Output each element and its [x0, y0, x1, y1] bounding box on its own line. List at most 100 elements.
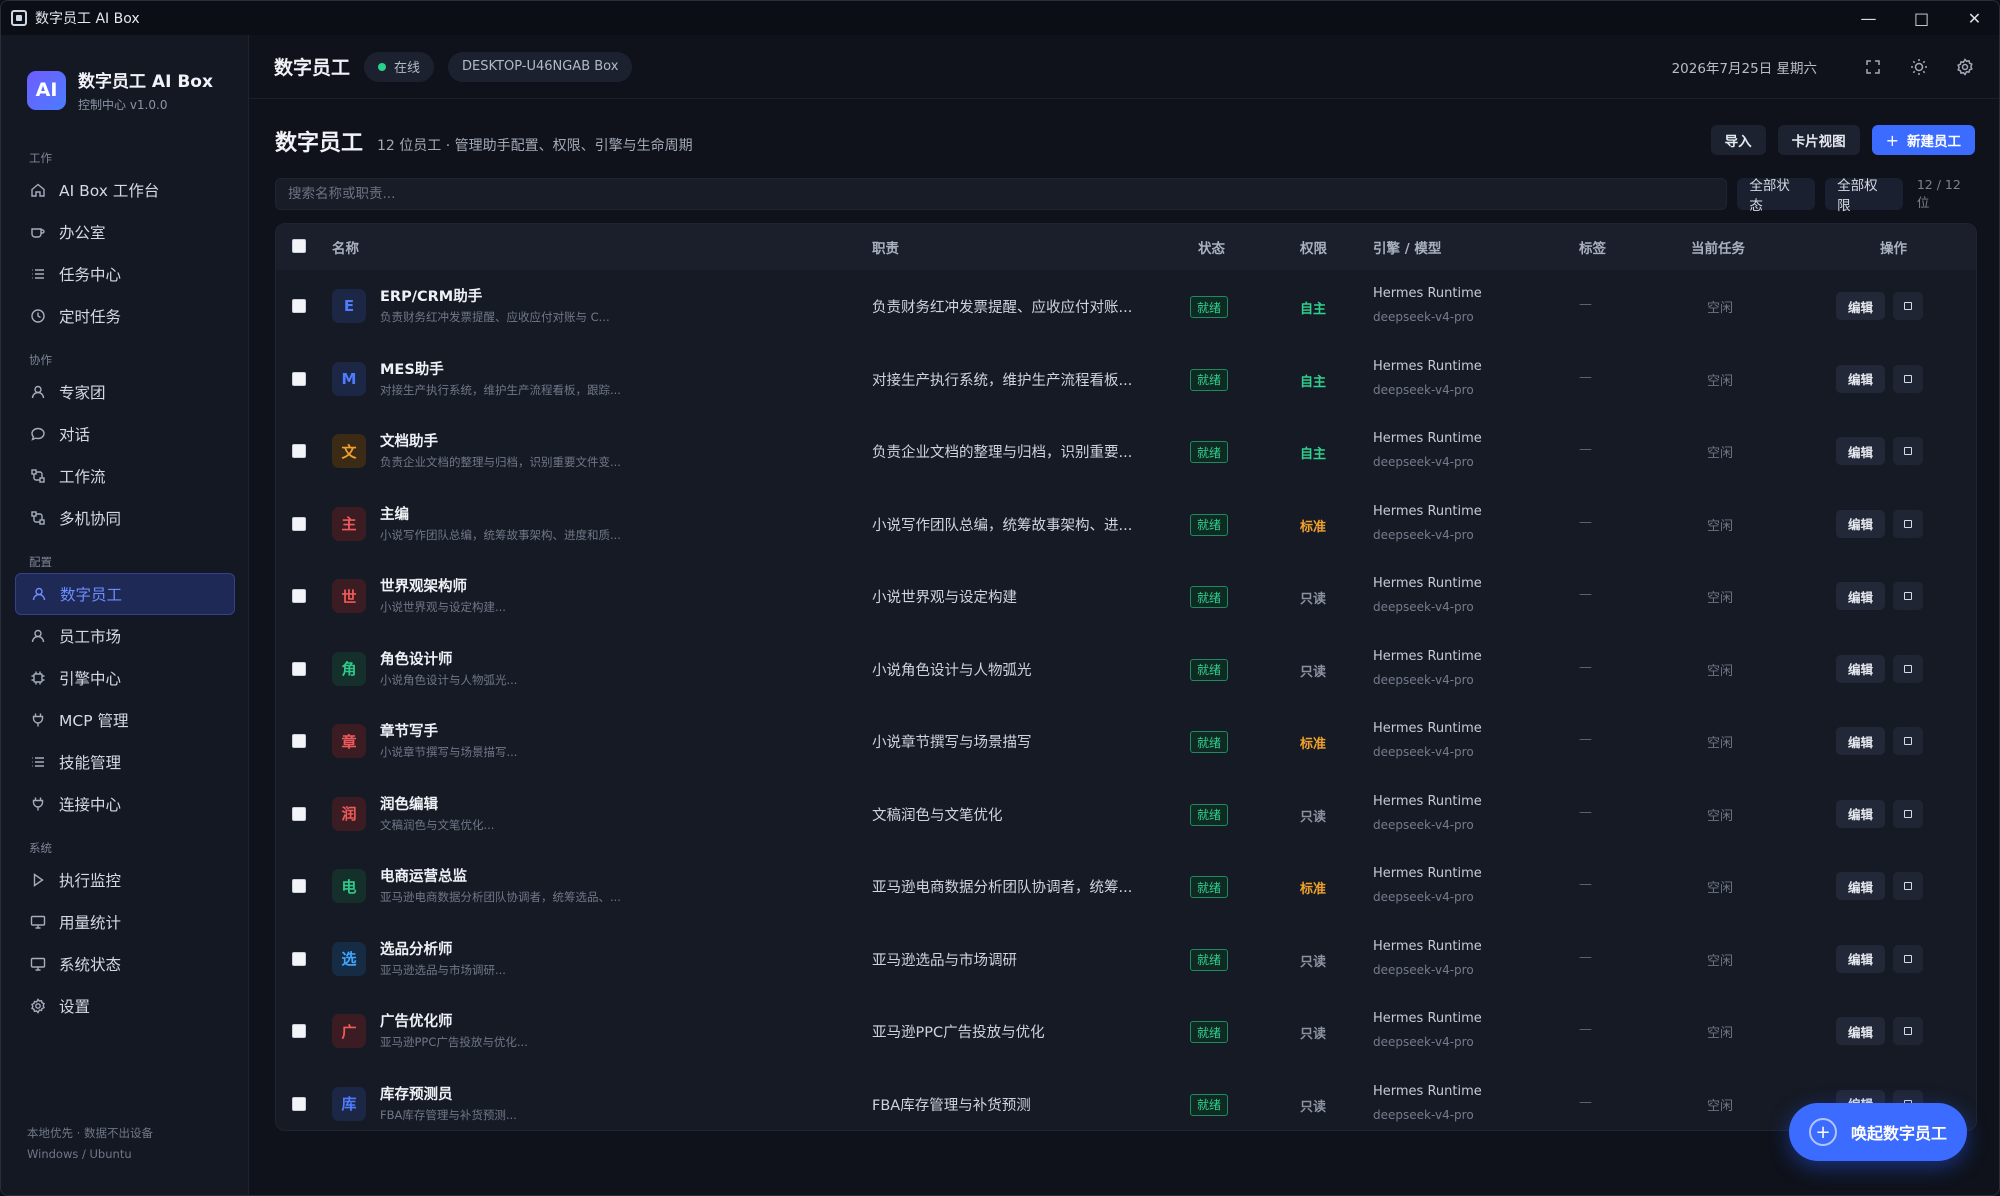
- new-employee-button[interactable]: + 新建员工: [1871, 125, 1975, 155]
- stop-button[interactable]: [1893, 364, 1923, 393]
- edit-button[interactable]: 编辑: [1836, 944, 1886, 973]
- table-row[interactable]: 广 广告优化师 亚马逊PPC广告投放与优化... 亚马逊PPC广告投放与优化 就…: [276, 995, 1976, 1067]
- row-checkbox[interactable]: [292, 589, 306, 603]
- sidebar-item[interactable]: 数字员工: [15, 573, 235, 615]
- row-checkbox[interactable]: [292, 879, 306, 893]
- row-checkbox[interactable]: [292, 299, 306, 313]
- edit-button[interactable]: 编辑: [1836, 727, 1886, 755]
- sidebar-item[interactable]: 任务中心: [15, 253, 235, 295]
- employee-name[interactable]: ERP/CRM助手: [380, 285, 482, 306]
- sidebar-item[interactable]: MCP 管理: [15, 699, 235, 741]
- stop-button[interactable]: [1893, 944, 1923, 973]
- stop-button[interactable]: [1893, 799, 1923, 828]
- fullscreen-icon[interactable]: [1861, 55, 1885, 79]
- table-row[interactable]: 润 润色编辑 文稿润色与文笔优化... 文稿润色与文笔优化 就绪 只读 Herm…: [276, 778, 1976, 850]
- stop-icon: [1904, 954, 1912, 963]
- edit-button[interactable]: 编辑: [1836, 799, 1886, 828]
- employee-name[interactable]: MES助手: [380, 358, 444, 379]
- tag-value: —: [1579, 297, 1592, 312]
- edit-button[interactable]: 编辑: [1836, 582, 1886, 610]
- employee-name[interactable]: 角色设计师: [380, 648, 453, 669]
- stop-button[interactable]: [1893, 1017, 1923, 1045]
- employee-name[interactable]: 广告优化师: [380, 1010, 453, 1031]
- row-checkbox[interactable]: [292, 371, 306, 386]
- maximize-button[interactable]: □: [1895, 1, 1948, 35]
- table-row[interactable]: 文 文档助手 负责企业文档的整理与归档，识别重要文件变... 负责企业文档的整理…: [276, 415, 1976, 487]
- table-row[interactable]: M MES助手 对接生产执行系统，维护生产流程看板，跟踪... 对接生产执行系统…: [276, 343, 1976, 415]
- gear-icon[interactable]: [1953, 55, 1977, 79]
- sidebar-item[interactable]: AI Box 工作台: [15, 169, 235, 211]
- stop-button[interactable]: [1893, 582, 1923, 610]
- sidebar-item[interactable]: 系统状态: [15, 943, 235, 985]
- status-filter-select[interactable]: 全部状态: [1737, 178, 1816, 214]
- table-row[interactable]: 选 选品分析师 亚马逊选品与市场调研... 亚马逊选品与市场调研 就绪 只读 H…: [276, 923, 1976, 995]
- row-checkbox[interactable]: [292, 951, 306, 966]
- edit-button[interactable]: 编辑: [1836, 654, 1886, 683]
- model-name: deepseek-v4-pro: [1373, 1107, 1474, 1122]
- edit-button[interactable]: 编辑: [1836, 437, 1886, 465]
- edit-button[interactable]: 编辑: [1836, 872, 1886, 900]
- import-button[interactable]: 导入: [1710, 125, 1766, 155]
- edit-button[interactable]: 编辑: [1836, 364, 1886, 393]
- stop-button[interactable]: [1893, 437, 1923, 465]
- row-checkbox[interactable]: [292, 734, 306, 748]
- sidebar-item-label: 员工市场: [59, 628, 122, 646]
- employee-name[interactable]: 选品分析师: [380, 938, 453, 959]
- card-view-button[interactable]: 卡片视图: [1777, 125, 1860, 155]
- sidebar-item[interactable]: 工作流: [15, 455, 235, 497]
- stop-button[interactable]: [1893, 292, 1923, 320]
- table-row[interactable]: 库 库存预测员 FBA库存管理与补货预测... FBA库存管理与补货预测 就绪 …: [276, 1068, 1976, 1131]
- row-checkbox[interactable]: [292, 444, 306, 458]
- select-all-checkbox[interactable]: [292, 239, 306, 253]
- table-row[interactable]: E ERP/CRM助手 负责财务红冲发票提醒、应收应付对账与 C... 负责财务…: [276, 270, 1976, 342]
- sidebar-item[interactable]: 用量统计: [15, 901, 235, 943]
- sidebar-item[interactable]: 引擎中心: [15, 657, 235, 699]
- search-input[interactable]: [288, 186, 1727, 202]
- sidebar-item[interactable]: 执行监控: [15, 859, 235, 901]
- online-dot-icon: [378, 62, 387, 71]
- employee-name[interactable]: 电商运营总监: [380, 865, 467, 886]
- row-checkbox[interactable]: [292, 1024, 306, 1038]
- sidebar-item[interactable]: 员工市场: [15, 615, 235, 657]
- stop-button[interactable]: [1893, 654, 1923, 683]
- row-checkbox[interactable]: [292, 1096, 306, 1111]
- nav-section-label: 协作: [29, 353, 52, 367]
- table-row[interactable]: 章 章节写手 小说章节撰写与场景描写... 小说章节撰写与场景描写 就绪 标准 …: [276, 705, 1976, 777]
- table-row[interactable]: 主 主编 小说写作团队总编，统筹故事架构、进度和质... 小说写作团队总编，统筹…: [276, 488, 1976, 560]
- summon-employee-button[interactable]: + 唤起数字员工: [1789, 1103, 1967, 1161]
- sidebar-item[interactable]: 多机协同: [15, 497, 235, 539]
- stop-button[interactable]: [1893, 509, 1923, 538]
- sidebar-item[interactable]: 对话: [15, 413, 235, 455]
- sidebar-item[interactable]: 办公室: [15, 211, 235, 253]
- current-task: 空闲: [1707, 808, 1734, 824]
- row-checkbox[interactable]: [292, 661, 306, 676]
- employee-name[interactable]: 文档助手: [380, 430, 438, 451]
- edit-button[interactable]: 编辑: [1836, 1017, 1886, 1045]
- employee-name[interactable]: 润色编辑: [380, 793, 438, 814]
- sidebar-item[interactable]: 专家团: [15, 371, 235, 413]
- employee-description: 小说世界观与设定构建...: [380, 600, 506, 614]
- employee-name[interactable]: 章节写手: [380, 720, 438, 741]
- sidebar-item[interactable]: 技能管理: [15, 741, 235, 783]
- stop-button[interactable]: [1893, 872, 1923, 900]
- row-checkbox[interactable]: [292, 806, 306, 821]
- sidebar-item[interactable]: 定时任务: [15, 295, 235, 337]
- table-row[interactable]: 世 世界观架构师 小说世界观与设定构建... 小说世界观与设定构建 就绪 只读 …: [276, 560, 1976, 632]
- edit-button[interactable]: 编辑: [1836, 292, 1886, 320]
- employee-description: 亚马逊选品与市场调研...: [380, 962, 506, 977]
- theme-toggle-icon[interactable]: [1907, 55, 1931, 79]
- employee-name[interactable]: 库存预测员: [380, 1083, 453, 1104]
- sidebar-item[interactable]: 设置: [15, 985, 235, 1027]
- close-button[interactable]: ✕: [1948, 1, 1999, 35]
- edit-button[interactable]: 编辑: [1836, 509, 1886, 538]
- permission-filter-select[interactable]: 全部权限: [1825, 178, 1903, 214]
- device-badge: DESKTOP-U46NGAB Box: [448, 51, 633, 82]
- employee-name[interactable]: 主编: [380, 503, 409, 524]
- employee-name[interactable]: 世界观架构师: [380, 575, 467, 596]
- sidebar-item[interactable]: 连接中心: [15, 783, 235, 825]
- table-row[interactable]: 角 角色设计师 小说角色设计与人物弧光... 小说角色设计与人物弧光 就绪 只读…: [276, 633, 1976, 705]
- row-checkbox[interactable]: [292, 516, 306, 531]
- table-row[interactable]: 电 电商运营总监 亚马逊电商数据分析团队协调者，统筹选品、... 亚马逊电商数据…: [276, 850, 1976, 922]
- minimize-button[interactable]: —: [1842, 1, 1895, 35]
- stop-button[interactable]: [1893, 727, 1923, 755]
